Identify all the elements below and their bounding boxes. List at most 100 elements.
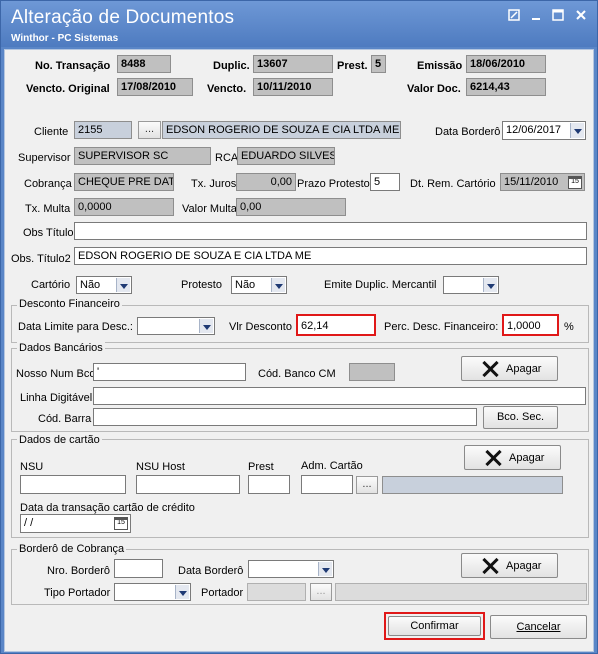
- dt-rem-cartorio-label: Dt. Rem. Cartório: [410, 178, 496, 190]
- apagar-bancarios-button[interactable]: Apagar: [461, 356, 558, 381]
- portador-name-field: [335, 583, 587, 601]
- calendar-icon[interactable]: 15: [114, 517, 128, 530]
- no-transacao-label: No. Transação: [35, 60, 111, 72]
- vencto-original-value: 17/08/2010: [117, 78, 193, 96]
- vlr-desconto-label: Vlr Desconto: [229, 321, 292, 333]
- cliente-search-button[interactable]: ...: [138, 121, 161, 139]
- bordero-cobranca-title: Borderô de Cobrança: [17, 543, 127, 555]
- prest-cartao-input[interactable]: [248, 475, 290, 494]
- delete-x-icon: [480, 361, 500, 377]
- restore-icon[interactable]: [506, 9, 522, 25]
- portador-label: Portador: [201, 587, 244, 599]
- cartorio-dropdown[interactable]: Não: [76, 276, 132, 294]
- maximize-icon[interactable]: [550, 9, 566, 25]
- data-bordero-cobranca-label: Data Borderô: [178, 565, 244, 577]
- data-limite-label: Data Limite para Desc.:: [18, 321, 133, 333]
- bco-sec-button[interactable]: Bco. Sec.: [483, 406, 558, 429]
- data-bordero-label: Data Borderô: [435, 126, 501, 138]
- cod-banco-field: [349, 363, 395, 381]
- cartorio-label: Cartório: [31, 279, 71, 291]
- prest-value: 5: [371, 55, 386, 73]
- tx-multa-field: 0,0000: [74, 198, 174, 216]
- nsu-label: NSU: [20, 461, 44, 473]
- emite-duplic-label: Emite Duplic. Mercantil: [324, 279, 437, 291]
- nosso-num-input[interactable]: ': [93, 363, 246, 381]
- dt-rem-cartorio-field[interactable]: 15/11/2010 15: [500, 173, 585, 191]
- dados-bancarios-title: Dados Bancários: [17, 342, 105, 354]
- vlr-desconto-input[interactable]: 62,14: [296, 314, 376, 336]
- dados-cartao-title: Dados de cartão: [17, 434, 102, 446]
- data-limite-dropdown[interactable]: [137, 317, 215, 335]
- valor-doc-value: 6214,43: [466, 78, 546, 96]
- linha-digitavel-label: Linha Digitável: [20, 392, 93, 404]
- nosso-num-label: Nosso Num Bco: [16, 368, 96, 380]
- chevron-down-icon: [271, 278, 285, 292]
- prest-label: Prest.: [337, 60, 368, 72]
- emissao-label: Emissão: [417, 60, 463, 72]
- vencto-value: 10/11/2010: [253, 78, 333, 96]
- data-transacao-label: Data da transação cartão de crédito: [20, 502, 195, 514]
- adm-cartao-label: Adm. Cartão: [301, 460, 363, 472]
- apagar-bordero-button[interactable]: Apagar: [461, 553, 558, 578]
- vencto-label: Vencto.: [207, 83, 247, 95]
- chevron-down-icon: [318, 562, 332, 576]
- confirmar-button[interactable]: Confirmar: [388, 616, 481, 636]
- valor-multa-field: 0,00: [236, 198, 346, 216]
- cobranca-label: Cobrança: [24, 178, 72, 190]
- chevron-down-icon: [175, 585, 189, 599]
- nro-bordero-input[interactable]: [114, 559, 163, 578]
- data-transacao-input[interactable]: / /15: [20, 514, 131, 533]
- prazo-protesto-label: Prazo Protesto: [297, 178, 370, 190]
- cliente-label: Cliente: [34, 126, 69, 138]
- linha-digitavel-input[interactable]: [93, 387, 586, 405]
- data-bordero-cobranca-dropdown[interactable]: [248, 560, 334, 578]
- portador-search-button[interactable]: ...: [310, 583, 332, 601]
- nsu-input[interactable]: [20, 475, 126, 494]
- perc-desc-input[interactable]: 1,0000: [502, 314, 559, 336]
- nro-bordero-label: Nro. Borderô: [47, 565, 110, 577]
- cod-banco-label: Cód. Banco CM: [258, 368, 336, 380]
- vencto-original-label: Vencto. Original: [26, 83, 110, 95]
- close-icon[interactable]: [573, 9, 589, 25]
- supervisor-label: Supervisor: [18, 152, 71, 164]
- obs-titulo-label: Obs Título: [23, 227, 74, 239]
- protesto-label: Protesto: [181, 279, 222, 291]
- chevron-down-icon: [483, 278, 497, 292]
- delete-x-icon: [480, 558, 500, 574]
- cobranca-field: CHEQUE PRE DATAD: [74, 173, 174, 191]
- chevron-down-icon: [199, 319, 213, 333]
- desconto-financeiro-title: Desconto Financeiro: [17, 298, 122, 310]
- tipo-portador-dropdown[interactable]: [114, 583, 191, 601]
- obs-titulo2-label: Obs. Título2: [11, 253, 71, 265]
- perc-unit: %: [564, 321, 574, 333]
- cancelar-button[interactable]: Cancelar: [490, 615, 587, 639]
- portador-code-field: [247, 583, 306, 601]
- prazo-protesto-input[interactable]: 5: [370, 173, 400, 191]
- obs-titulo2-input[interactable]: EDSON ROGERIO DE SOUZA E CIA LTDA ME: [74, 247, 587, 265]
- obs-titulo-input[interactable]: [74, 222, 587, 240]
- window-title: Alteração de Documentos: [11, 7, 235, 28]
- emite-duplic-dropdown[interactable]: [443, 276, 499, 294]
- cod-barra-input[interactable]: [93, 408, 477, 426]
- tx-multa-label: Tx. Multa: [25, 203, 71, 215]
- protesto-dropdown[interactable]: Não: [231, 276, 287, 294]
- window-subtitle: Winthor - PC Sistemas: [11, 33, 119, 44]
- adm-cartao-input[interactable]: [301, 475, 353, 494]
- chevron-down-icon: [116, 278, 130, 292]
- no-transacao-value: 8488: [117, 55, 171, 73]
- adm-cartao-search-button[interactable]: ...: [356, 476, 378, 494]
- rca-label: RCA: [215, 152, 239, 164]
- tx-juros-field: 0,00: [236, 173, 296, 191]
- data-bordero-dropdown[interactable]: 12/06/2017: [502, 121, 586, 140]
- duplic-label: Duplic.: [213, 60, 250, 72]
- chevron-down-icon: [570, 123, 584, 138]
- minimize-icon[interactable]: [528, 9, 544, 25]
- delete-x-icon: [483, 450, 503, 466]
- nsu-host-input[interactable]: [136, 475, 240, 494]
- cliente-code-field[interactable]: 2155: [74, 121, 132, 139]
- rca-field: EDUARDO SILVESTI: [237, 147, 335, 165]
- valor-multa-label: Valor Multa: [182, 203, 237, 215]
- apagar-cartao-button[interactable]: Apagar: [464, 445, 561, 470]
- tx-juros-label: Tx. Juros: [191, 178, 237, 190]
- calendar-icon[interactable]: 15: [568, 176, 582, 189]
